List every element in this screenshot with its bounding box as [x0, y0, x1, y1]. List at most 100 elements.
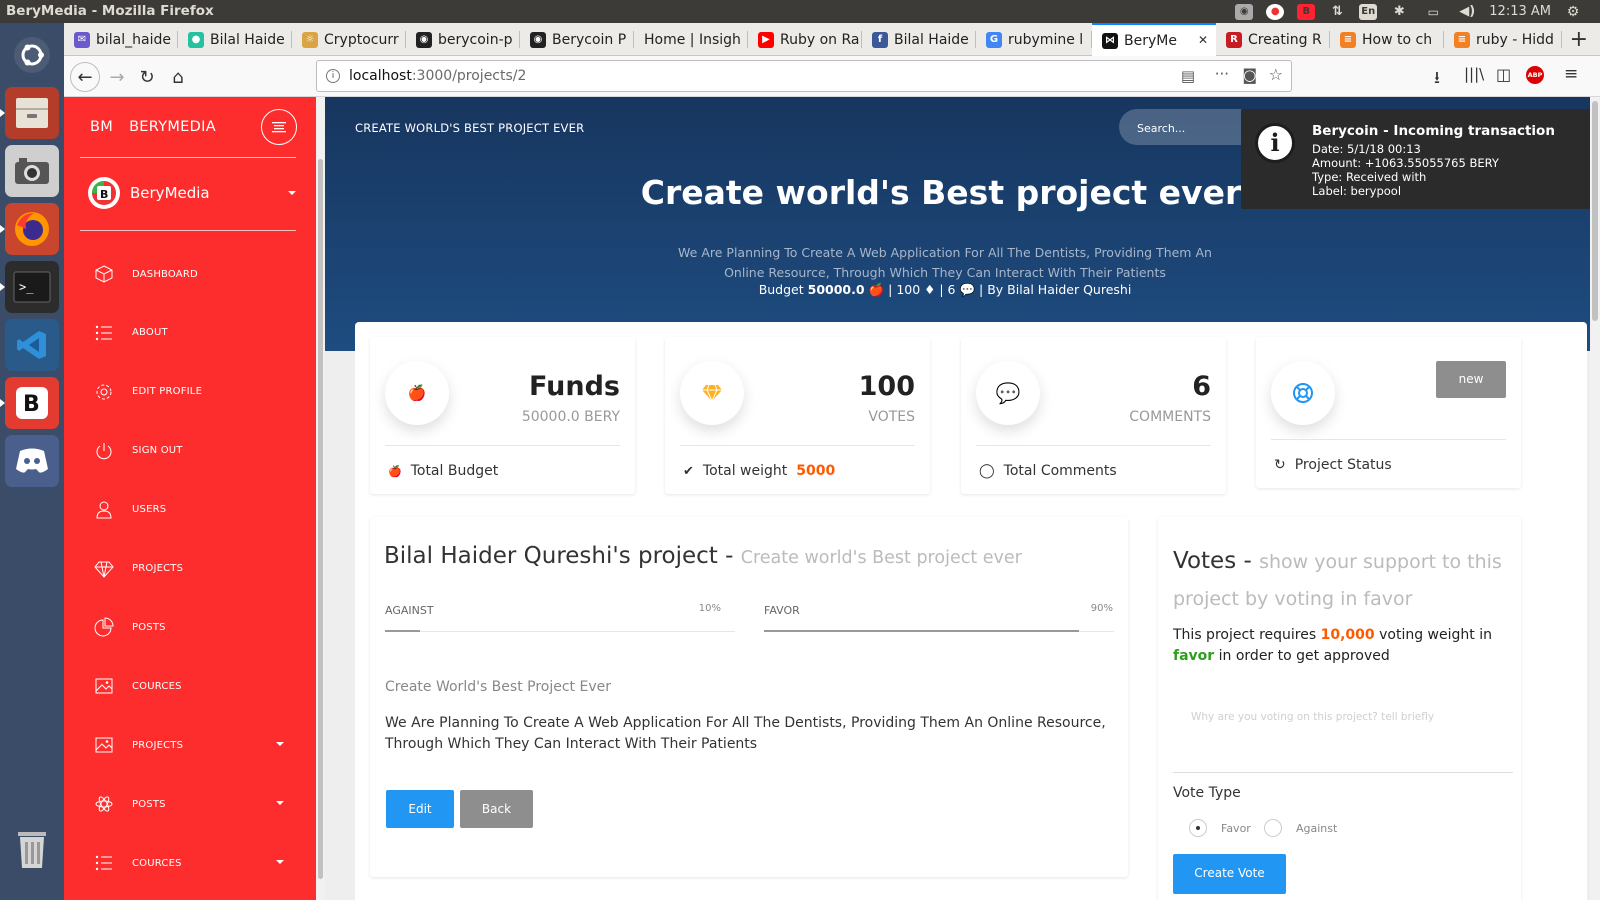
sidebar-brand[interactable]: BM BERYMEDIA [90, 119, 216, 135]
sidebar-toggle-button[interactable] [261, 109, 297, 145]
favor-radio[interactable] [1189, 819, 1207, 837]
scrollbar-thumb[interactable] [318, 159, 323, 879]
list-icon [94, 853, 114, 873]
sidebar-item-edit-profile[interactable]: EDIT PROFILE [94, 377, 284, 407]
berycoin-tray-icon[interactable]: B [1297, 3, 1316, 20]
sidebar-item-posts[interactable]: POSTS [94, 789, 284, 819]
chrome-icon[interactable]: ● [1266, 3, 1285, 20]
volume-icon[interactable]: ◀) [1458, 4, 1476, 20]
browser-tab[interactable]: ≡ How to ch [1330, 23, 1444, 56]
sidebar-scrollbar[interactable] [316, 97, 325, 900]
browser-tab[interactable]: R Creating R [1216, 23, 1330, 56]
page-scrollbar-thumb[interactable] [1592, 101, 1598, 321]
network-arrows-icon[interactable]: ⇅ [1328, 4, 1346, 20]
more-dots-icon[interactable]: ··· [1215, 65, 1229, 83]
sidebar-item-posts[interactable]: POSTS [94, 612, 284, 642]
launcher-terminal[interactable]: >_ [0, 261, 59, 313]
youtube-icon: ▶ [758, 31, 774, 48]
launcher-trash[interactable] [5, 823, 59, 875]
sidebar-item-cources[interactable]: COURCES [94, 848, 284, 878]
against-option-label[interactable]: Against [1296, 822, 1337, 835]
hamburger-menu-icon[interactable]: ≡ [1564, 64, 1578, 84]
launcher-berycoin[interactable]: B [0, 377, 59, 429]
breadcrumb[interactable]: CREATE WORLD'S BEST PROJECT EVER [355, 121, 584, 135]
sidebar-user[interactable]: B BeryMedia [88, 177, 296, 209]
launcher-discord[interactable] [5, 435, 59, 487]
sidebar-toggle-icon[interactable]: ◫ [1496, 65, 1511, 84]
clock[interactable]: 12:13 AM [1489, 4, 1551, 19]
reload-button[interactable]: ↻ [132, 62, 162, 92]
launcher-files[interactable] [0, 87, 59, 139]
against-label: AGAINST [385, 604, 434, 617]
sidebar-item-sign-out[interactable]: SIGN OUT [94, 436, 284, 466]
sidebar-item-projects[interactable]: PROJECTS [94, 730, 284, 760]
gamepad-icon[interactable]: ◉ [1235, 3, 1254, 20]
browser-tab[interactable]: f Bilal Haide [862, 23, 976, 56]
power-settings-icon[interactable]: ⚙ [1564, 4, 1582, 20]
browser-tab-label: Cryptocurr [324, 31, 399, 48]
new-tab-button[interactable]: + [1570, 27, 1588, 52]
notification-popup[interactable]: i Berycoin - Incoming transaction Date: … [1241, 109, 1591, 209]
page-scrollbar[interactable] [1590, 97, 1600, 900]
sidebar-item-cources[interactable]: COURCES [94, 671, 284, 701]
browser-tab-label: Home | Insigh [644, 31, 741, 48]
browser-tab[interactable]: ≡ ruby - Hidd [1444, 23, 1562, 56]
reader-view-icon[interactable]: ▤ [1181, 67, 1195, 85]
close-tab-icon[interactable]: ✕ [1198, 33, 1208, 47]
back-button[interactable]: Back [460, 790, 533, 828]
home-button[interactable]: ⌂ [163, 62, 193, 92]
browser-tab[interactable]: ◉ Berycoin P [520, 23, 634, 56]
download-icon[interactable]: ⭳ [1434, 65, 1440, 94]
language-indicator[interactable]: En [1359, 3, 1378, 20]
project-meta: Budget 50000.0 🍎 | 100 ♦ | 6 💬 | By Bila… [758, 282, 1132, 297]
reason-textarea[interactable]: Why are you voting on this project? tell… [1173, 687, 1513, 773]
launcher-ubuntu[interactable] [5, 29, 59, 81]
avatar: B [88, 177, 120, 209]
project-owner-title: Bilal Haider Qureshi's project - [384, 543, 734, 569]
browser-tab[interactable]: ▶ Ruby on Ra [748, 23, 862, 56]
comments-icon: 💬 [959, 282, 976, 297]
url-bar[interactable]: i localhost:3000/projects/2 ▤ ··· ◙ ☆ [316, 60, 1292, 92]
browser-tab[interactable]: ● Bilal Haide [178, 23, 292, 56]
sidebar-item-users[interactable]: USERS [94, 495, 284, 525]
sidebar-item-label: PROJECTS [132, 739, 184, 751]
adblock-icon[interactable]: ABP [1526, 66, 1544, 84]
forward-button[interactable]: → [102, 62, 132, 92]
sidebar-item-about[interactable]: ABOUT [94, 318, 284, 348]
status-badge[interactable]: new [1436, 361, 1506, 398]
bookmark-star-icon[interactable]: ☆ [1269, 65, 1283, 84]
sidebar-item-projects[interactable]: PROJECTS [94, 554, 284, 584]
browser-tab[interactable]: Home | Insigh [634, 23, 748, 56]
search-input[interactable]: Search... [1119, 109, 1259, 145]
browser-tab[interactable]: Grubymine l [976, 23, 1092, 56]
sidebar-divider [80, 230, 296, 231]
facebook-icon: f [872, 31, 888, 48]
launcher-firefox[interactable] [0, 203, 59, 255]
sidebar-item-label: PROJECTS [132, 563, 184, 574]
against-radio[interactable] [1264, 819, 1282, 837]
bluetooth-icon[interactable]: ✱ [1390, 4, 1408, 20]
launcher-camera[interactable] [5, 145, 59, 197]
browser-tab-label: ruby - Hidd [1476, 31, 1554, 48]
notification-line: Label: berypool [1312, 184, 1402, 198]
launcher-vscode[interactable] [5, 319, 59, 371]
back-button[interactable]: ← [70, 62, 100, 92]
library-icon[interactable]: |||\ [1464, 65, 1484, 83]
votes-card: Votes - show your support to this projec… [1158, 517, 1521, 900]
browser-tab[interactable]: ⋈ BeryMe ✕ [1092, 23, 1216, 56]
create-vote-button[interactable]: Create Vote [1173, 854, 1286, 894]
info-icon[interactable]: i [326, 69, 340, 83]
pocket-icon[interactable]: ◙ [1242, 66, 1257, 84]
chevron-down-icon [276, 801, 284, 806]
browser-tab[interactable]: ✉ bilal_haide [64, 23, 178, 56]
sidebar-item-label: SIGN OUT [132, 445, 183, 457]
battery-icon[interactable]: ▭ [1421, 4, 1445, 20]
stat-footer: 🍎 Total Budget [388, 463, 499, 479]
favor-option-label[interactable]: Favor [1221, 822, 1251, 835]
stat-value: 6 [1192, 371, 1211, 402]
browser-tab[interactable]: ◉ berycoin-p [406, 23, 520, 56]
browser-tab[interactable]: ☼ Cryptocurr [292, 23, 406, 56]
edit-button[interactable]: Edit [386, 790, 454, 828]
sidebar-item-dashboard[interactable]: DASHBOARD [94, 259, 284, 289]
browser-tab-label: Berycoin P [552, 31, 627, 48]
